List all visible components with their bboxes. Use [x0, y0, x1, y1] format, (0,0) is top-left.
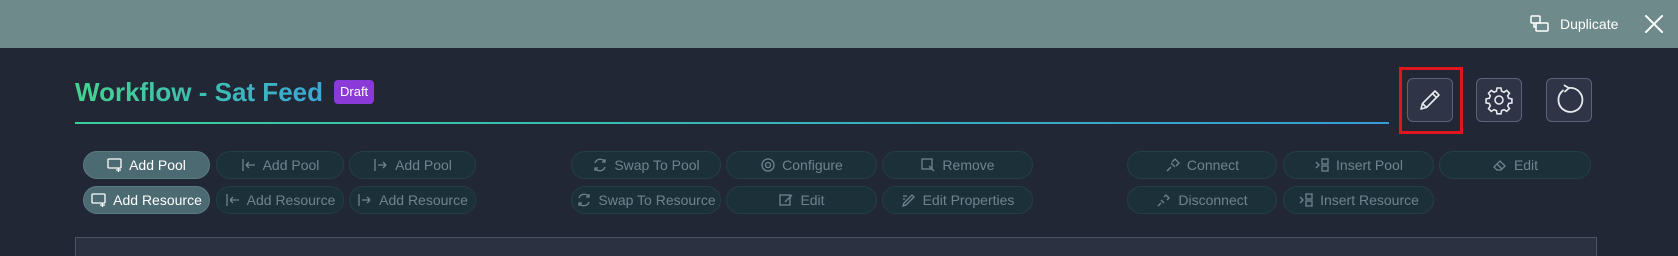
insert-pool-icon — [1315, 158, 1329, 172]
insert-resource-button[interactable]: Insert Resource — [1283, 186, 1434, 214]
page-title: Workflow - Sat Feed — [75, 76, 323, 107]
add-resource-button[interactable]: Add Resource — [83, 186, 210, 214]
swap-to-pool-button[interactable]: Swap To Pool — [571, 151, 721, 179]
remove-icon — [921, 158, 935, 172]
add-pool-button[interactable]: Add Pool — [83, 151, 210, 179]
status-badge: Draft — [334, 80, 375, 104]
swap-icon — [578, 193, 591, 207]
insert-right-icon — [358, 194, 371, 206]
title-underline — [75, 122, 1389, 124]
configure-button[interactable]: Configure — [726, 151, 877, 179]
workflow-header: Workflow - Sat Feed Draft — [75, 76, 375, 108]
add-resource-left-button[interactable]: Add Resource — [216, 186, 344, 214]
remove-button[interactable]: Remove — [882, 151, 1033, 179]
insert-left-icon — [225, 194, 239, 206]
disconnect-button[interactable]: Disconnect — [1127, 186, 1277, 214]
add-pool-right-button[interactable]: Add Pool — [349, 151, 476, 179]
insert-right-icon — [374, 159, 387, 171]
edit-connection-button[interactable]: Edit — [1439, 151, 1591, 179]
swap-icon — [594, 158, 606, 172]
edit-button-highlight — [1399, 67, 1463, 134]
add-pool-icon — [107, 158, 122, 172]
settings-button[interactable] — [1476, 78, 1522, 122]
refresh-icon — [1557, 84, 1584, 113]
eraser-icon — [1493, 160, 1506, 171]
insert-resource-icon — [1299, 193, 1313, 207]
add-pool-left-button[interactable]: Add Pool — [216, 151, 344, 179]
close-button[interactable] — [1643, 13, 1665, 35]
connect-button[interactable]: Connect — [1127, 151, 1277, 179]
insert-left-icon — [241, 159, 255, 171]
add-resource-icon — [91, 193, 106, 207]
duplicate-icon — [1530, 15, 1550, 33]
connect-icon — [1166, 158, 1180, 172]
gear-icon — [1485, 87, 1513, 115]
close-icon — [1645, 15, 1663, 33]
duplicate-button[interactable]: Duplicate — [1530, 12, 1618, 36]
edit-button[interactable]: Edit — [726, 186, 877, 214]
pencil-list-icon — [901, 194, 915, 208]
swap-to-resource-button[interactable]: Swap To Resource — [571, 186, 721, 214]
workflow-canvas[interactable] — [75, 237, 1597, 256]
duplicate-label: Duplicate — [1560, 16, 1619, 32]
gear-icon — [761, 158, 775, 172]
add-resource-right-button[interactable]: Add Resource — [349, 186, 476, 214]
refresh-button[interactable] — [1546, 78, 1592, 122]
edit-icon — [779, 194, 793, 206]
top-bar: Duplicate — [0, 0, 1678, 48]
disconnect-icon — [1157, 194, 1171, 207]
insert-pool-button[interactable]: Insert Pool — [1283, 151, 1434, 179]
edit-properties-button[interactable]: Edit Properties — [882, 186, 1033, 214]
